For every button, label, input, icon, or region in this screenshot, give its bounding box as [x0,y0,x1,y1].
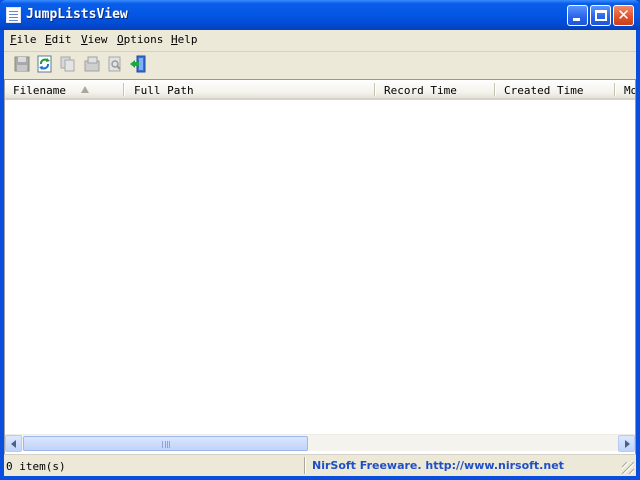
refresh-icon [37,55,52,73]
minimize-icon [573,18,580,21]
menu-view[interactable]: View [81,33,108,46]
scroll-right-button[interactable] [618,435,635,452]
item-count: 0 item(s) [6,460,66,473]
column-resize-handle[interactable] [123,83,125,96]
find-icon [108,56,121,72]
app-icon[interactable] [6,7,21,23]
sort-ascending-icon [81,86,89,93]
client-area: File Edit View Options Help Filename Ful… [4,30,636,476]
maximize-button[interactable] [590,5,611,26]
column-record-time[interactable]: Record Time [376,80,496,98]
refresh-button[interactable] [36,55,54,73]
resize-grip-icon[interactable] [622,462,634,474]
nirsoft-link[interactable]: NirSoft Freeware. http://www.nirsoft.net [312,459,564,472]
title-bar[interactable]: JumpListsView ✕ [0,0,640,30]
status-bar: 0 item(s) NirSoft Freeware. http://www.n… [4,454,636,476]
exit-icon [130,55,146,73]
scrollbar-thumb[interactable] [23,436,308,451]
copy-icon [60,56,75,72]
minimize-button[interactable] [567,5,588,26]
column-full-path[interactable]: Full Path [126,80,376,98]
list-header: Filename Full Path Record Time Created T… [5,80,635,100]
status-divider [304,457,306,474]
menu-help[interactable]: Help [171,33,198,46]
menu-options[interactable]: Options [117,33,163,46]
menu-bar: File Edit View Options Help [4,30,636,50]
arrow-left-icon [11,440,16,448]
properties-icon [84,56,100,72]
menu-file[interactable]: File [10,33,37,46]
close-button[interactable]: ✕ [613,5,634,26]
save-button[interactable] [13,55,31,73]
find-button[interactable] [106,55,124,73]
horizontal-scrollbar[interactable] [5,434,635,452]
app-window: JumpListsView ✕ File Edit View Options H… [0,0,640,480]
list-body[interactable] [5,100,635,434]
column-created-time[interactable]: Created Time [496,80,616,98]
menu-edit[interactable]: Edit [45,33,72,46]
window-title: JumpListsView [26,7,128,22]
column-filename[interactable]: Filename [5,80,125,98]
arrow-right-icon [625,440,630,448]
column-modified-time[interactable]: Mo [616,80,635,98]
exit-button[interactable] [129,55,147,73]
copy-button[interactable] [59,55,77,73]
items-list[interactable]: Filename Full Path Record Time Created T… [4,79,636,467]
maximize-icon [595,10,607,21]
properties-button[interactable] [83,55,101,73]
close-icon: ✕ [617,6,630,24]
grip-icon [162,441,170,448]
toolbar [4,51,636,78]
save-icon [14,56,30,72]
scroll-left-button[interactable] [5,435,22,452]
